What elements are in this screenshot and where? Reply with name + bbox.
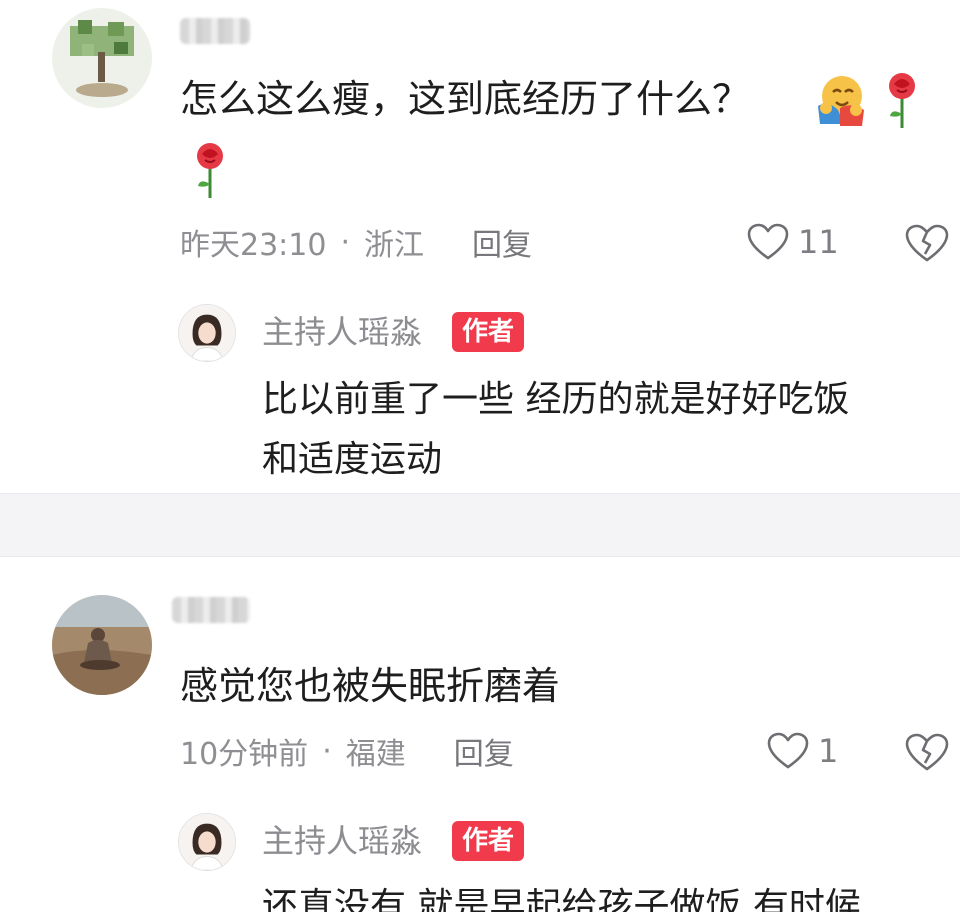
broken-heart-icon (905, 224, 949, 262)
like-count: 1 (818, 732, 839, 770)
comment-card: 怎么这么瘦，这到底经历了什么？ 昨天23:10 · 浙江 回复 11 主持人瑶淼… (0, 0, 960, 494)
comment-card: 感觉您也被失眠折磨着 10分钟前 · 福建 回复 1 主持人瑶淼 作者 还真没有… (0, 556, 960, 912)
author-reply-text: 和适度运动 (262, 439, 443, 480)
rose-emoji (192, 140, 228, 200)
comment-location: 浙江 (364, 228, 425, 263)
commenter-avatar[interactable] (52, 8, 152, 108)
commenter-name-blurred[interactable] (172, 597, 250, 623)
heart-icon (747, 223, 789, 260)
author-badge: 作者 (452, 821, 525, 861)
comment-meta: 昨天23:10 · 浙江 回复 (180, 220, 532, 264)
author-name[interactable]: 主持人瑶淼 (262, 821, 422, 861)
commenter-avatar[interactable] (52, 595, 152, 695)
like-button[interactable]: 1 (766, 731, 838, 771)
author-avatar[interactable] (178, 304, 236, 362)
reply-button[interactable]: 回复 (454, 729, 514, 773)
like-button[interactable]: 11 (746, 222, 839, 262)
meta-separator: · (340, 224, 351, 260)
meta-separator: · (322, 733, 332, 769)
author-reply-text: 比以前重了一些 经历的就是好好吃饭 (262, 379, 850, 420)
comment-text: 怎么这么瘦，这到底经历了什么？ (180, 77, 751, 121)
reply-button[interactable]: 回复 (472, 220, 532, 264)
author-avatar[interactable] (178, 813, 236, 871)
comment-time: 10分钟前 (180, 737, 309, 772)
rose-emoji (884, 70, 920, 130)
author-reply-text: 还真没有 就是早起给孩子做饭 有时候 (262, 886, 861, 912)
comment-meta: 10分钟前 · 福建 回复 (180, 729, 514, 773)
comment-text: 感觉您也被失眠折磨着 (180, 664, 561, 708)
commenter-name-blurred[interactable] (180, 18, 250, 44)
author-name[interactable]: 主持人瑶淼 (262, 312, 422, 352)
comment-time: 昨天23:10 (180, 228, 327, 263)
broken-heart-icon (905, 733, 949, 771)
comment-location: 福建 (345, 737, 406, 772)
dislike-button[interactable] (904, 222, 950, 264)
comments-page: 怎么这么瘦，这到底经历了什么？ 昨天23:10 · 浙江 回复 11 主持人瑶淼… (0, 0, 960, 912)
hug-emoji (812, 72, 868, 128)
heart-icon (767, 732, 809, 769)
author-badge: 作者 (452, 312, 525, 352)
like-count: 11 (798, 223, 839, 261)
dislike-button[interactable] (904, 731, 950, 773)
